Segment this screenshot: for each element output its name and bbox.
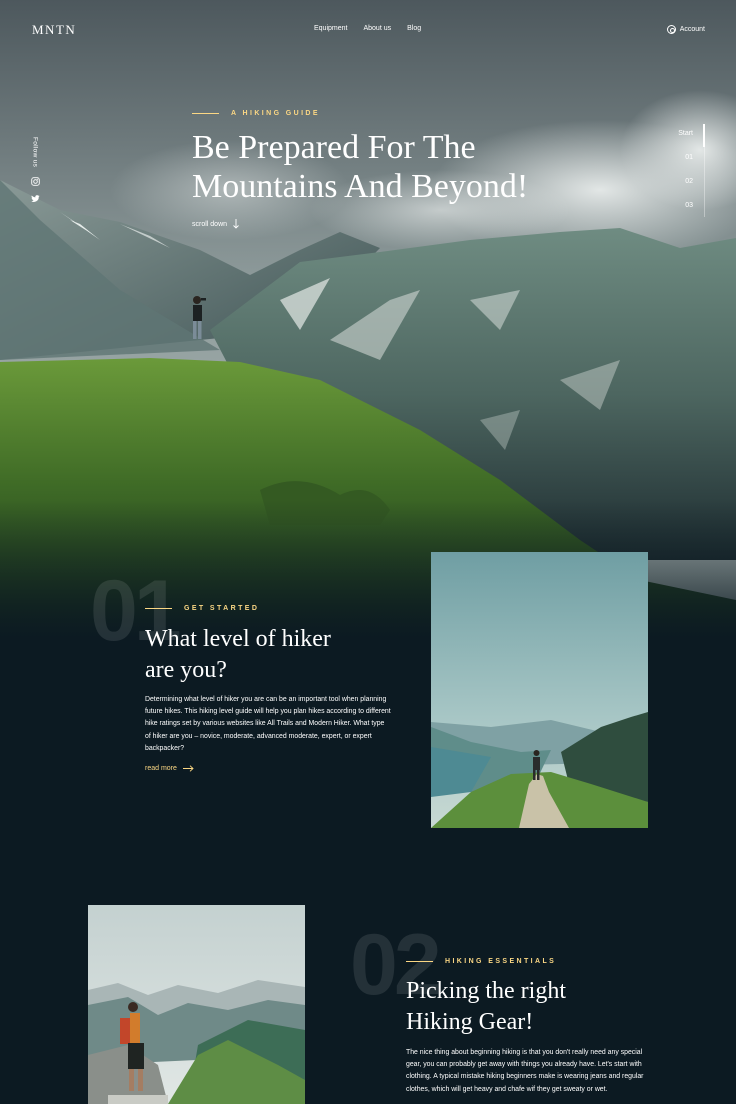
progress-active-bar <box>703 124 705 147</box>
social-links: Follow us <box>25 137 45 203</box>
read-more-label: read more <box>145 765 177 772</box>
section-01-eyebrow-text: GET STARTED <box>184 605 260 612</box>
hero-eyebrow: A HIKING GUIDE <box>192 110 320 117</box>
section-01-body: Determining what level of hiker you are … <box>145 696 391 752</box>
section-02-body: The nice thing about beginning hiking is… <box>406 1049 644 1093</box>
section-02-photo <box>88 905 305 1104</box>
eyebrow-line <box>145 608 172 609</box>
user-circle-icon <box>666 25 676 34</box>
instagram-icon[interactable] <box>30 177 40 186</box>
section-02-title: Picking the right Hiking Gear! <box>406 976 566 1038</box>
section-01-eyebrow: GET STARTED <box>145 605 259 612</box>
hero-title-line-2: Mountains And Beyond! <box>192 168 529 205</box>
arrow-down-icon <box>233 219 239 229</box>
nav-about-us[interactable]: About us <box>363 25 391 32</box>
section-01-title-line-1: What level of hiker <box>145 626 331 652</box>
nav-equipment[interactable]: Equipment <box>314 25 347 32</box>
eyebrow-line <box>192 113 219 114</box>
hiker-trail-image <box>431 552 648 828</box>
step-start[interactable]: Start <box>678 130 693 137</box>
hero-mountain-illustration <box>0 0 736 640</box>
site-logo[interactable]: MNTN <box>32 22 76 38</box>
section-02-eyebrow-text: HIKING ESSENTIALS <box>445 958 557 965</box>
nav-blog[interactable]: Blog <box>407 25 421 32</box>
arrow-right-icon <box>182 765 194 772</box>
account-link[interactable]: Account <box>666 25 705 34</box>
account-label: Account <box>679 26 705 33</box>
twitter-icon[interactable] <box>30 194 40 203</box>
step-01[interactable]: 01 <box>685 154 693 161</box>
section-01-title-line-2: are you? <box>145 657 227 683</box>
step-02[interactable]: 02 <box>685 178 693 185</box>
section-02-eyebrow: HIKING ESSENTIALS <box>406 958 556 965</box>
step-03[interactable]: 03 <box>685 202 693 209</box>
scroll-down-link[interactable]: scroll down <box>192 219 239 229</box>
section-01-photo <box>431 552 648 828</box>
eyebrow-line <box>406 961 433 962</box>
section-01-title: What level of hiker are you? <box>145 624 331 686</box>
hero-title: Be Prepared For The Mountains And Beyond… <box>192 128 612 206</box>
read-more-link[interactable]: read more <box>145 765 194 772</box>
hero-title-line-1: Be Prepared For The <box>192 129 476 166</box>
section-02-title-line-1: Picking the right <box>406 978 566 1004</box>
section-02-title-line-2: Hiking Gear! <box>406 1009 534 1035</box>
scroll-down-label: scroll down <box>192 220 228 228</box>
hero-section: MNTN Equipment About us Blog Account Fol… <box>0 0 736 640</box>
section-progress: Start 01 02 03 <box>661 124 705 217</box>
hiker-peaks-image <box>88 905 305 1104</box>
hero-eyebrow-text: A HIKING GUIDE <box>231 110 320 117</box>
follow-us-label: Follow us <box>31 137 39 168</box>
main-nav: Equipment About us Blog <box>314 25 421 32</box>
